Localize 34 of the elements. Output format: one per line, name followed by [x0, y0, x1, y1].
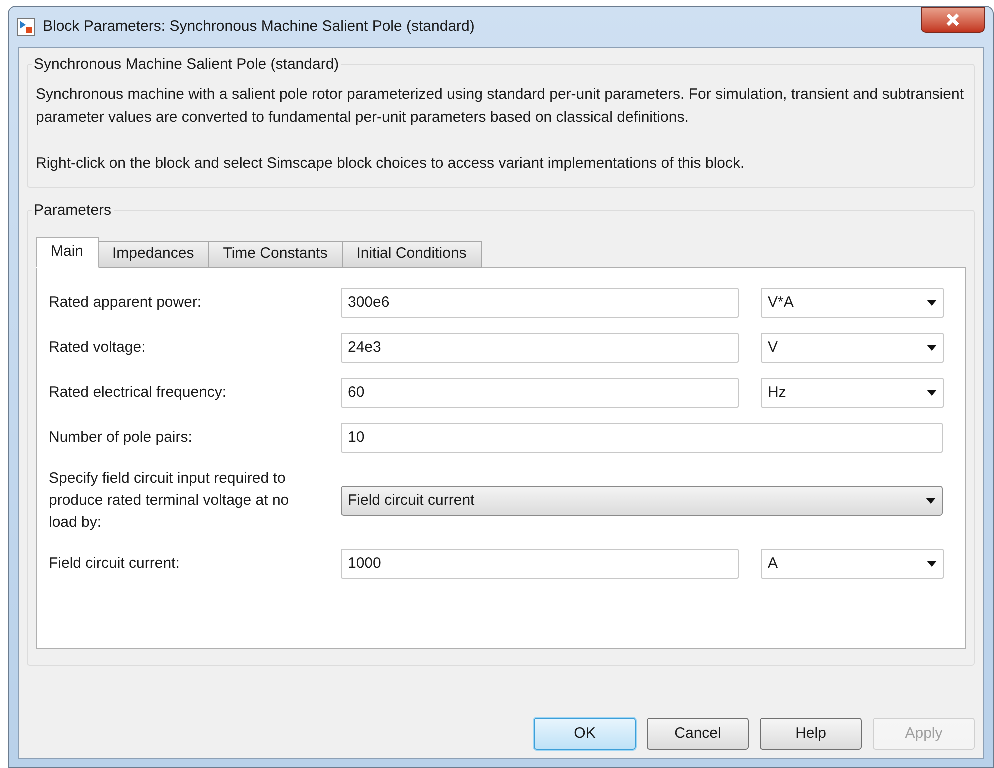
- close-button[interactable]: [921, 7, 985, 33]
- input-field[interactable]: 10: [341, 423, 943, 453]
- field-label: Rated electrical frequency:: [49, 383, 228, 403]
- input-field[interactable]: 1000: [341, 549, 739, 579]
- dialog-button[interactable]: Help: [760, 718, 862, 750]
- unit-dropdown[interactable]: A: [761, 549, 944, 579]
- field-label: Rated voltage:: [49, 338, 147, 358]
- field-label: Number of pole pairs:: [49, 428, 194, 448]
- field-label: Field circuit current:: [49, 554, 181, 574]
- dialog-button[interactable]: OK: [534, 718, 636, 750]
- field-label: Specify field circuit input required to produce rated terminal voltage at no load by:: [49, 469, 290, 533]
- dialog-button[interactable]: Cancel: [647, 718, 749, 750]
- unit-dropdown[interactable]: Hz: [761, 378, 944, 408]
- caret-icon: [927, 390, 937, 396]
- caret-icon: [926, 498, 936, 504]
- caret-icon: [927, 561, 937, 567]
- caret-icon: [927, 345, 937, 351]
- caret-icon: [927, 300, 937, 306]
- tab[interactable]: Initial Conditions: [342, 241, 482, 268]
- dropdown[interactable]: Field circuit current: [341, 486, 943, 516]
- field-label: Rated apparent power:: [49, 293, 203, 313]
- unit-dropdown[interactable]: V: [761, 333, 944, 363]
- input-field[interactable]: 24e3: [341, 333, 739, 363]
- description-text: Right-click on the block and select Simscape block choices to access variant implementations of this block.: [36, 154, 746, 174]
- input-field[interactable]: 60: [341, 378, 739, 408]
- tab[interactable]: Impedances: [98, 241, 210, 268]
- close-icon: [945, 13, 961, 27]
- window-title: Block Parameters: Synchronous Machine Salient Pole (standard): [43, 16, 475, 37]
- description-text: Synchronous machine with a salient pole rotor parameterized using standard per-unit parameters. For simulation, transient and subtransient parameter values are converted to fundamental per-unit parameters based on classical definitions.: [36, 85, 965, 128]
- block-icon: [17, 18, 35, 36]
- tab[interactable]: Time Constants: [208, 241, 343, 268]
- unit-dropdown[interactable]: V*A: [761, 288, 944, 318]
- input-field[interactable]: 300e6: [341, 288, 739, 318]
- tab[interactable]: Main: [36, 237, 99, 268]
